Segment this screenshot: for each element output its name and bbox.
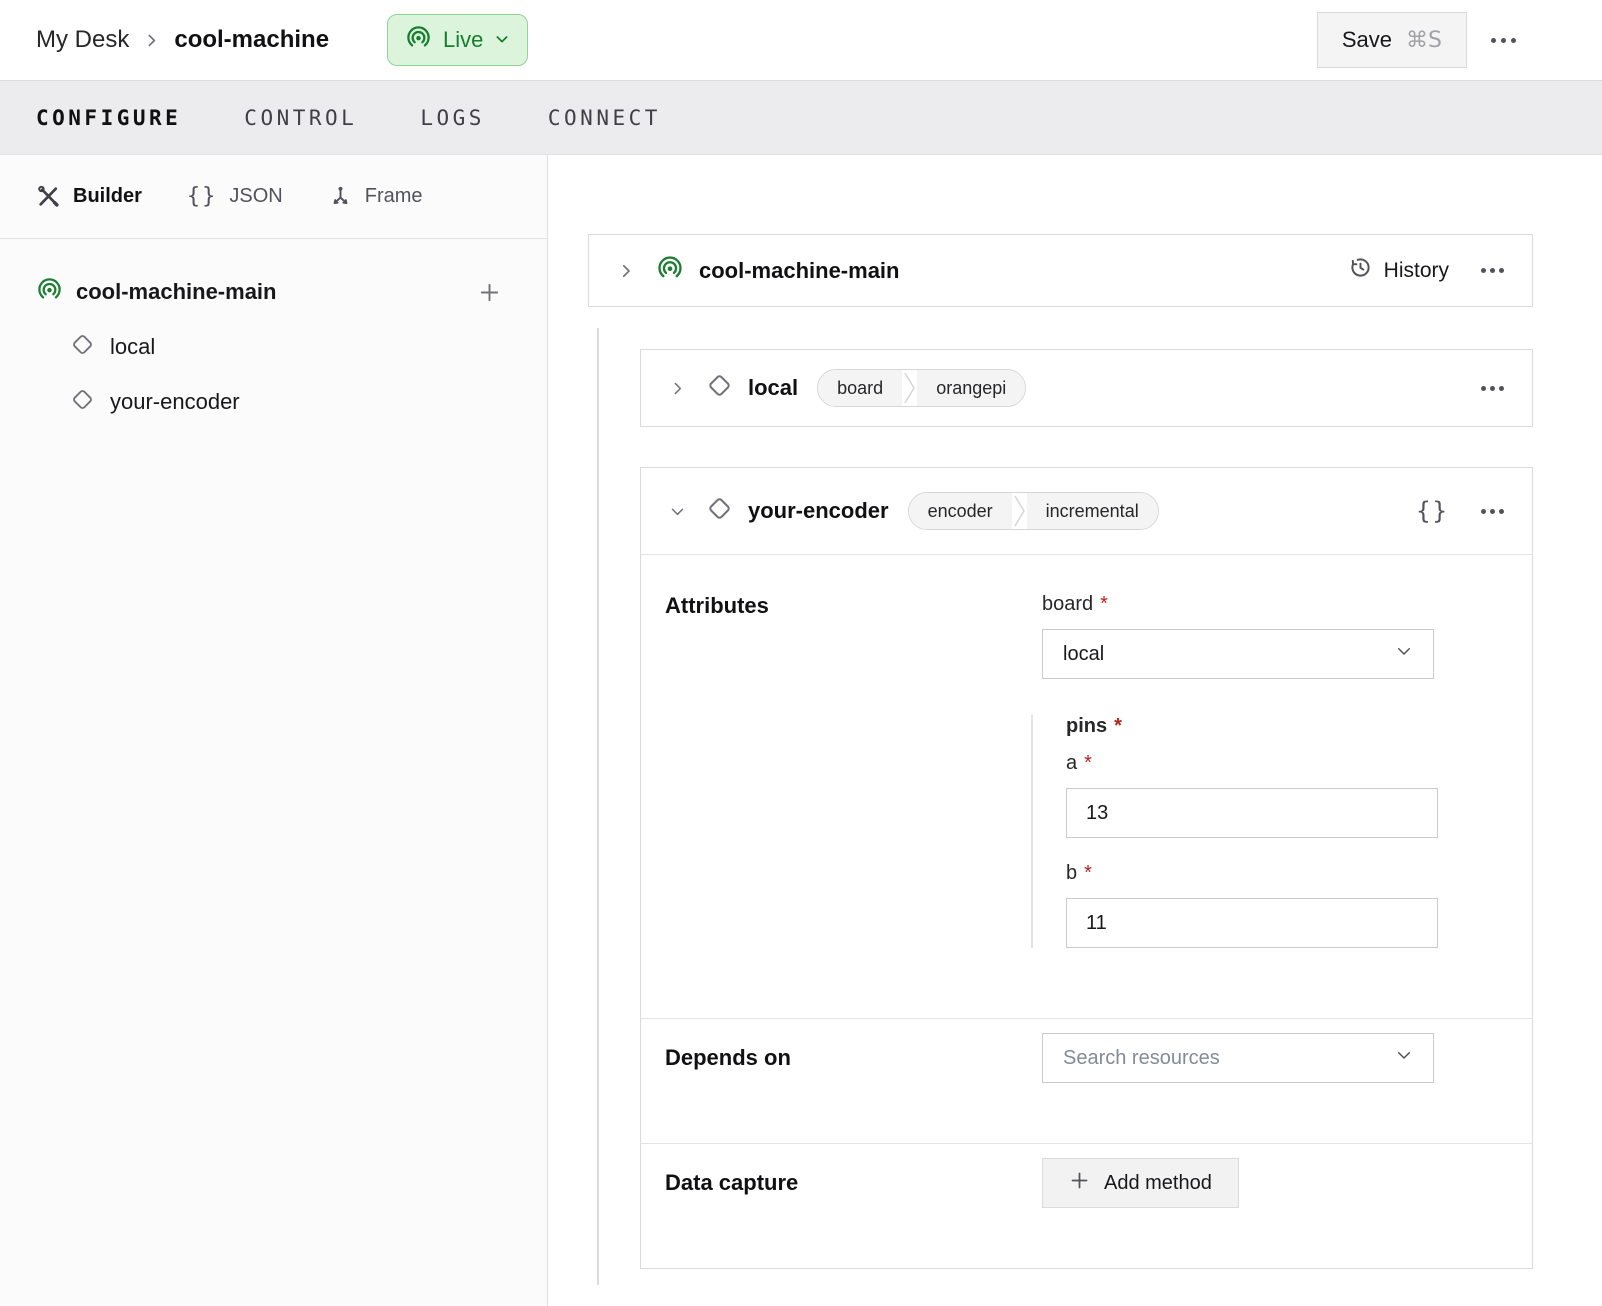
- chevron-down-icon: [494, 27, 510, 53]
- view-tab-builder[interactable]: Builder: [36, 184, 142, 209]
- breadcrumb-current: cool-machine: [174, 26, 329, 54]
- tools-icon: [36, 184, 61, 209]
- tab-control[interactable]: CONTROL: [244, 106, 357, 130]
- pins-group-label: pins*: [1066, 715, 1434, 738]
- required-marker: *: [1084, 752, 1092, 775]
- frame-icon: [328, 184, 353, 209]
- resource-cards-group: local board orangepi: [597, 328, 1533, 1285]
- braces-icon: {}: [187, 184, 218, 209]
- live-label: Live: [443, 27, 483, 53]
- main-nav-tabs: CONFIGURE CONTROL LOGS CONNECT: [0, 80, 1602, 155]
- resource-title: your-encoder: [748, 498, 889, 524]
- tab-logs[interactable]: LOGS: [420, 106, 485, 130]
- breadcrumb-root-link[interactable]: My Desk: [36, 26, 129, 54]
- history-label: History: [1384, 259, 1449, 283]
- pin-a-label: a*: [1066, 752, 1434, 775]
- depends-on-placeholder: Search resources: [1063, 1047, 1220, 1070]
- diamond-icon: [706, 372, 733, 404]
- pin-b-label: b*: [1066, 862, 1434, 885]
- history-clock-icon: [1348, 255, 1373, 286]
- expand-chevron-right-icon[interactable]: [665, 376, 690, 401]
- pin-b-input[interactable]: [1066, 898, 1438, 948]
- save-label: Save: [1342, 27, 1392, 53]
- data-capture-heading: Data capture: [665, 1170, 1042, 1196]
- save-button[interactable]: Save ⌘S: [1317, 12, 1467, 68]
- config-sidebar: Builder {} JSON Frame: [0, 155, 548, 1306]
- badge-chevron-divider: [902, 370, 917, 406]
- required-marker: *: [1114, 715, 1122, 738]
- data-capture-section: Data capture Add method: [641, 1143, 1532, 1268]
- attributes-section: Attributes board* local: [641, 555, 1532, 1018]
- resource-card-local: local board orangepi: [640, 349, 1533, 427]
- machine-part-more-menu-icon[interactable]: [1477, 258, 1508, 283]
- history-button[interactable]: History: [1348, 255, 1449, 286]
- pins-group: pins* a* b*: [1031, 715, 1434, 948]
- chevron-down-icon: [1395, 642, 1413, 666]
- save-shortcut: ⌘S: [1406, 28, 1442, 53]
- tree-item-local[interactable]: local: [36, 319, 503, 374]
- board-field-label: board*: [1042, 593, 1434, 616]
- view-tab-json[interactable]: {} JSON: [187, 184, 283, 209]
- diamond-icon: [706, 495, 733, 527]
- tab-connect[interactable]: CONNECT: [548, 106, 661, 130]
- tree-item-machine-part[interactable]: cool-machine-main: [36, 265, 503, 319]
- expand-chevron-right-icon[interactable]: [613, 258, 639, 284]
- breadcrumb: My Desk cool-machine: [36, 26, 329, 54]
- tree-item-your-encoder[interactable]: your-encoder: [36, 374, 503, 429]
- broadcast-icon: [405, 24, 432, 57]
- resource-more-menu-icon[interactable]: [1477, 376, 1508, 401]
- collapse-chevron-down-icon[interactable]: [665, 499, 690, 524]
- badge-model: incremental: [1027, 493, 1158, 529]
- config-main-panel: cool-machine-main History: [548, 155, 1602, 1306]
- config-view-tabs: Builder {} JSON Frame: [0, 155, 547, 239]
- add-resource-button[interactable]: [476, 279, 503, 306]
- broadcast-icon: [656, 254, 684, 287]
- depends-on-section: Depends on Search resources: [641, 1018, 1532, 1143]
- badge-type: encoder: [909, 493, 1012, 529]
- view-tab-frame[interactable]: Frame: [328, 184, 423, 209]
- attributes-heading: Attributes: [665, 593, 1042, 972]
- pin-a-input[interactable]: [1066, 788, 1438, 838]
- view-tab-label: Frame: [365, 185, 423, 208]
- chevron-right-icon: [143, 32, 160, 49]
- board-select-value: local: [1063, 643, 1104, 666]
- required-marker: *: [1100, 593, 1108, 616]
- diamond-icon: [70, 387, 95, 417]
- board-select[interactable]: local: [1042, 629, 1434, 679]
- machine-config-page: My Desk cool-machine Live Save ⌘S: [0, 0, 1602, 1306]
- tree-item-label: your-encoder: [110, 389, 240, 415]
- resource-more-menu-icon[interactable]: [1477, 499, 1508, 524]
- resource-card-your-encoder: your-encoder encoder incremental {}: [640, 467, 1533, 1269]
- add-method-button[interactable]: Add method: [1042, 1158, 1239, 1208]
- topbar-more-menu-icon[interactable]: [1487, 28, 1520, 53]
- broadcast-icon: [36, 276, 63, 308]
- diamond-icon: [70, 332, 95, 362]
- view-tab-label: JSON: [229, 185, 282, 208]
- plus-icon: [1069, 1170, 1090, 1197]
- resource-type-badge: encoder incremental: [908, 492, 1159, 530]
- edit-json-braces-icon[interactable]: {}: [1416, 497, 1449, 525]
- view-tab-label: Builder: [73, 185, 142, 208]
- resource-type-badge: board orangepi: [817, 369, 1026, 407]
- depends-on-select[interactable]: Search resources: [1042, 1033, 1434, 1083]
- tree-item-label: cool-machine-main: [76, 279, 476, 305]
- resource-title: local: [748, 375, 798, 401]
- machine-part-card: cool-machine-main History: [588, 234, 1533, 307]
- resource-tree: cool-machine-main local your-encoder: [0, 239, 547, 429]
- badge-model: orangepi: [917, 370, 1025, 406]
- chevron-down-icon: [1395, 1046, 1413, 1070]
- live-status-dropdown[interactable]: Live: [387, 14, 528, 66]
- depends-on-heading: Depends on: [665, 1045, 1042, 1071]
- required-marker: *: [1084, 862, 1092, 885]
- add-method-label: Add method: [1104, 1172, 1212, 1195]
- topbar: My Desk cool-machine Live Save ⌘S: [0, 0, 1602, 80]
- resource-card-header: your-encoder encoder incremental {}: [641, 468, 1532, 555]
- badge-type: board: [818, 370, 902, 406]
- machine-part-title: cool-machine-main: [699, 258, 899, 284]
- tab-configure[interactable]: CONFIGURE: [36, 106, 181, 130]
- badge-chevron-divider: [1012, 493, 1027, 529]
- tree-item-label: local: [110, 334, 155, 360]
